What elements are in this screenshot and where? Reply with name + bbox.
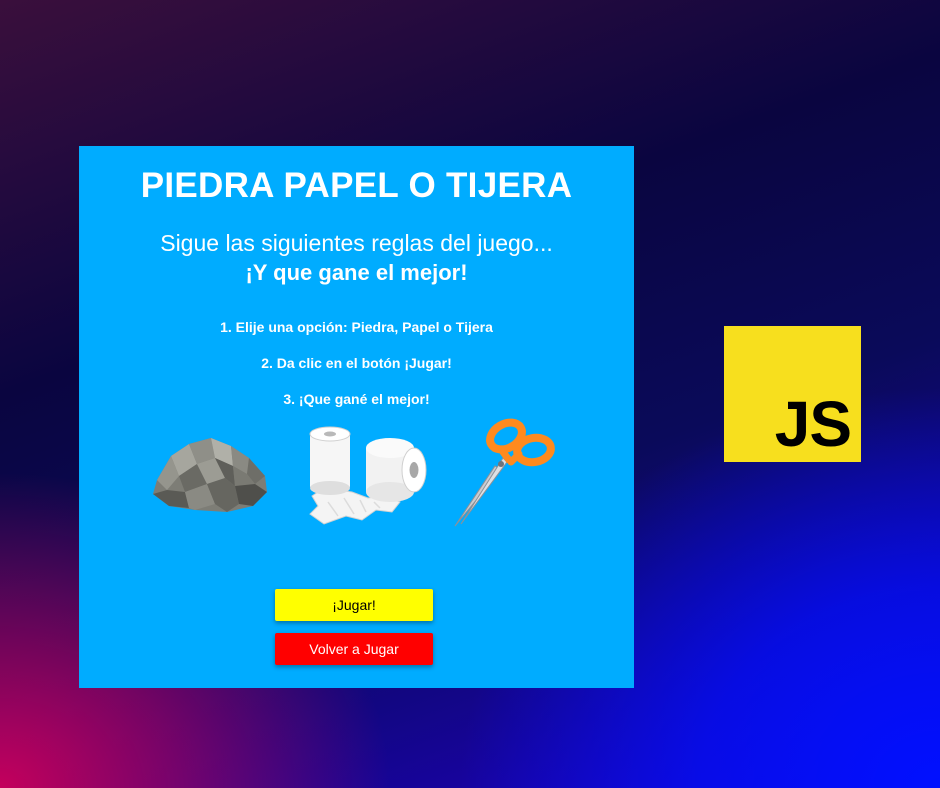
replay-button[interactable]: Volver a Jugar <box>275 633 433 665</box>
subtitle-strong-text: ¡Y que gane el mejor! <box>245 260 468 285</box>
rule-1: 1. Elije una opción: Piedra, Papel o Tij… <box>220 319 493 335</box>
js-logo-text: JS <box>774 388 852 460</box>
play-button[interactable]: ¡Jugar! <box>275 589 433 621</box>
rock-icon <box>153 438 267 512</box>
option-papel[interactable] <box>304 426 432 526</box>
game-title: PIEDRA PAPEL O TIJERA <box>140 166 573 205</box>
subtitle-text: Sigue las siguientes reglas del juego... <box>160 230 553 256</box>
rule-2: 2. Da clic en el botón ¡Jugar! <box>261 355 452 371</box>
option-tijera[interactable] <box>451 414 556 529</box>
game-panel: PIEDRA PAPEL O TIJERA Sigue las siguient… <box>79 146 634 688</box>
rules-list: 1. Elije una opción: Piedra, Papel o Tij… <box>79 318 634 426</box>
scissors-icon <box>454 418 555 527</box>
toilet-paper-icon <box>309 426 427 525</box>
option-piedra[interactable] <box>149 428 271 514</box>
game-subtitle: Sigue las siguientes reglas del juego...… <box>79 228 634 288</box>
javascript-logo-icon: JS <box>724 326 861 462</box>
